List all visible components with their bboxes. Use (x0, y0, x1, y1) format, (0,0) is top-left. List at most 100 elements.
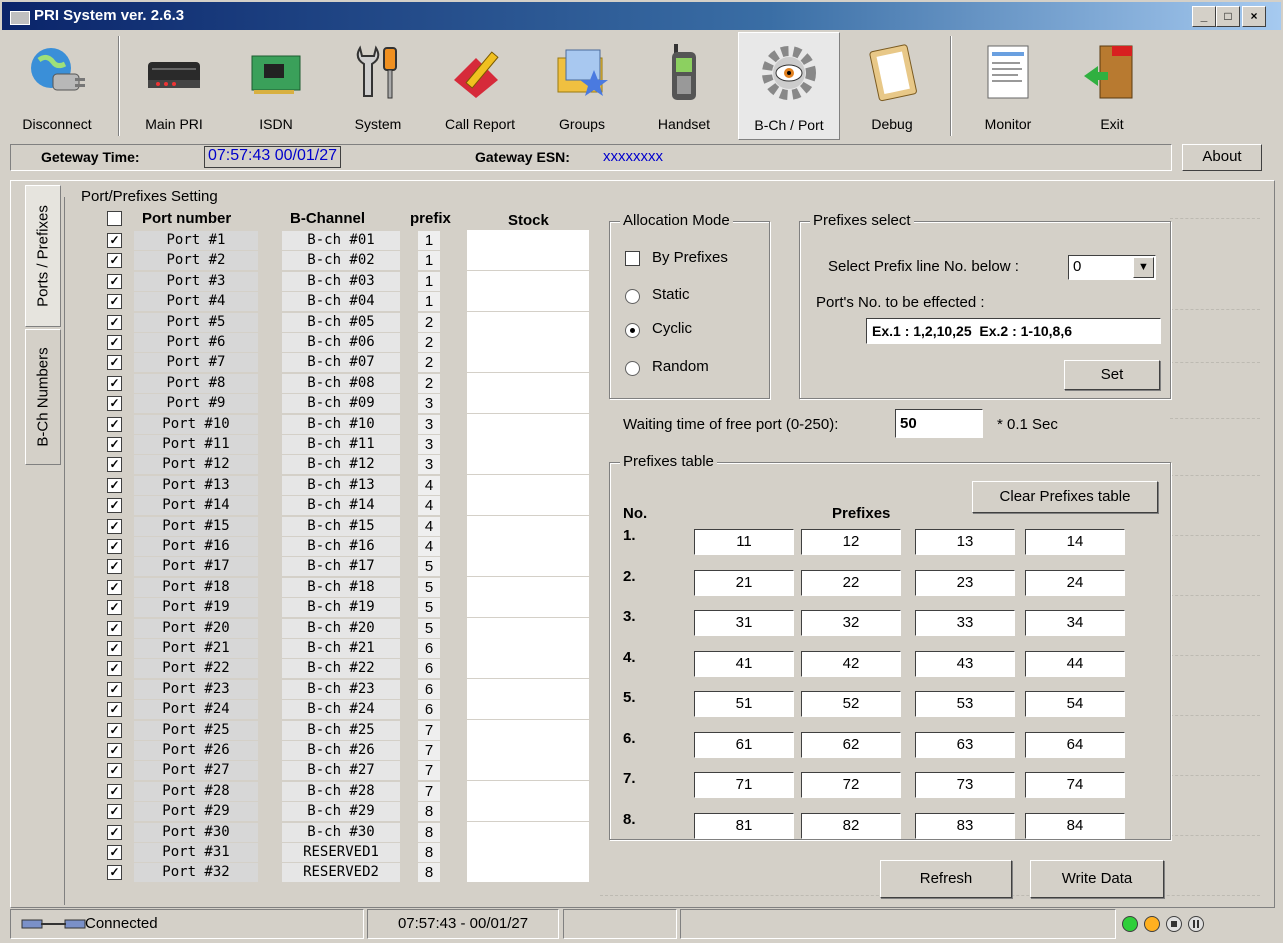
port-enable-checkbox[interactable]: ✓ (107, 253, 122, 269)
prefix-input[interactable]: 61 (694, 731, 794, 758)
port-enable-checkbox[interactable]: ✓ (107, 804, 122, 820)
prefix-cell[interactable]: 3 (418, 435, 440, 454)
prefix-cell[interactable]: 7 (418, 741, 440, 760)
stock-cell[interactable] (467, 434, 589, 455)
toolbar-debug[interactable]: Debug (842, 32, 942, 138)
prefix-input[interactable]: 54 (1025, 691, 1125, 717)
refresh-button[interactable]: Refresh (880, 860, 1012, 898)
prefix-input[interactable]: 51 (694, 691, 794, 717)
port-enable-checkbox[interactable]: ✓ (107, 763, 122, 779)
stock-cell[interactable] (467, 760, 589, 782)
stock-cell[interactable] (467, 842, 589, 863)
prefix-line-select[interactable]: 0 ▼ (1068, 255, 1156, 280)
toolbar-isdn[interactable]: ISDN (226, 32, 326, 138)
toolbar-main-pri[interactable]: Main PRI (124, 32, 224, 138)
prefix-cell[interactable]: 2 (418, 312, 440, 332)
port-enable-checkbox[interactable]: ✓ (107, 539, 122, 554)
port-enable-checkbox[interactable]: ✓ (107, 702, 122, 718)
port-enable-checkbox[interactable]: ✓ (107, 355, 122, 371)
radio-cyclic[interactable] (625, 323, 640, 338)
prefix-input[interactable]: 14 (1025, 529, 1125, 555)
prefix-cell[interactable]: 4 (418, 516, 440, 536)
prefix-cell[interactable]: 7 (418, 781, 440, 801)
prefix-cell[interactable]: 2 (418, 333, 440, 352)
prefix-cell[interactable]: 6 (418, 679, 440, 699)
port-enable-checkbox[interactable]: ✓ (107, 579, 122, 595)
stop-icon[interactable] (1166, 916, 1182, 932)
stock-cell[interactable] (467, 576, 589, 598)
port-enable-checkbox[interactable]: ✓ (107, 661, 122, 677)
port-enable-checkbox[interactable]: ✓ (107, 743, 122, 758)
stock-cell[interactable] (467, 474, 589, 496)
prefix-cell[interactable]: 1 (418, 271, 440, 291)
port-enable-checkbox[interactable]: ✓ (107, 457, 122, 473)
prefix-cell[interactable]: 8 (418, 822, 440, 842)
prefix-cell[interactable]: 8 (418, 843, 440, 862)
prefix-input[interactable]: 73 (915, 772, 1015, 798)
prefix-input[interactable]: 12 (801, 529, 901, 555)
ports-effected-input[interactable]: Ex.1 : 1,2,10,25 Ex.2 : 1-10,8,6 (866, 318, 1161, 344)
prefix-cell[interactable]: 4 (418, 537, 440, 556)
prefix-input[interactable]: 81 (694, 812, 794, 839)
maximize-button[interactable]: □ (1216, 6, 1240, 27)
stock-cell[interactable] (467, 393, 589, 415)
toolbar-exit[interactable]: Exit (1062, 32, 1162, 138)
prefix-cell[interactable]: 6 (418, 639, 440, 658)
stock-cell[interactable] (467, 617, 589, 639)
toolbar-handset[interactable]: Handset (634, 32, 734, 138)
toolbar-bch-port[interactable]: B-Ch / Port (738, 32, 840, 140)
chevron-down-icon[interactable]: ▼ (1133, 257, 1154, 278)
close-button[interactable]: × (1242, 6, 1266, 27)
stock-cell[interactable] (467, 699, 589, 721)
port-enable-checkbox[interactable]: ✓ (107, 294, 122, 310)
prefix-input[interactable]: 23 (915, 569, 1015, 596)
toolbar-disconnect[interactable]: Disconnect (0, 32, 114, 138)
port-enable-checkbox[interactable]: ✓ (107, 559, 122, 575)
prefix-cell[interactable]: 8 (418, 863, 440, 883)
stock-cell[interactable] (467, 230, 589, 251)
prefix-input[interactable]: 83 (915, 812, 1015, 839)
prefix-cell[interactable]: 8 (418, 802, 440, 822)
stock-cell[interactable] (467, 556, 589, 578)
port-enable-checkbox[interactable]: ✓ (107, 335, 122, 350)
prefix-cell[interactable]: 7 (418, 720, 440, 740)
toolbar-groups[interactable]: Groups (532, 32, 632, 138)
port-enable-checkbox[interactable]: ✓ (107, 620, 122, 636)
port-enable-checkbox[interactable]: ✓ (107, 416, 122, 432)
stock-cell[interactable] (467, 638, 589, 659)
prefix-cell[interactable]: 1 (418, 231, 440, 250)
port-enable-checkbox[interactable]: ✓ (107, 600, 122, 616)
stock-cell[interactable] (467, 372, 589, 394)
prefix-input[interactable]: 11 (694, 529, 794, 555)
prefix-input[interactable]: 63 (915, 731, 1015, 758)
prefix-cell[interactable]: 5 (418, 577, 440, 597)
prefix-input[interactable]: 24 (1025, 569, 1125, 596)
write-data-button[interactable]: Write Data (1030, 860, 1164, 898)
prefix-input[interactable]: 32 (801, 610, 901, 636)
port-enable-checkbox[interactable]: ✓ (107, 498, 122, 514)
prefix-input[interactable]: 33 (915, 610, 1015, 636)
prefix-input[interactable]: 82 (801, 812, 901, 839)
prefix-cell[interactable]: 5 (418, 557, 440, 577)
prefix-input[interactable]: 52 (801, 691, 901, 717)
stock-cell[interactable] (467, 740, 589, 761)
by-prefixes-checkbox[interactable] (625, 251, 640, 266)
prefix-cell[interactable]: 6 (418, 659, 440, 679)
stock-cell[interactable] (467, 801, 589, 823)
select-all-checkbox[interactable] (107, 211, 122, 226)
stock-cell[interactable] (467, 780, 589, 802)
port-enable-checkbox[interactable]: ✓ (107, 396, 122, 412)
prefix-cell[interactable]: 2 (418, 373, 440, 393)
prefix-input[interactable]: 53 (915, 691, 1015, 717)
prefix-cell[interactable]: 2 (418, 353, 440, 373)
port-enable-checkbox[interactable]: ✓ (107, 845, 122, 860)
stock-cell[interactable] (467, 536, 589, 557)
port-enable-checkbox[interactable]: ✓ (107, 518, 122, 534)
prefix-input[interactable]: 44 (1025, 650, 1125, 677)
stock-cell[interactable] (467, 413, 589, 435)
prefix-input[interactable]: 41 (694, 650, 794, 677)
port-enable-checkbox[interactable]: ✓ (107, 865, 122, 881)
stock-cell[interactable] (467, 270, 589, 292)
about-button[interactable]: About (1182, 144, 1262, 171)
port-enable-checkbox[interactable]: ✓ (107, 437, 122, 452)
